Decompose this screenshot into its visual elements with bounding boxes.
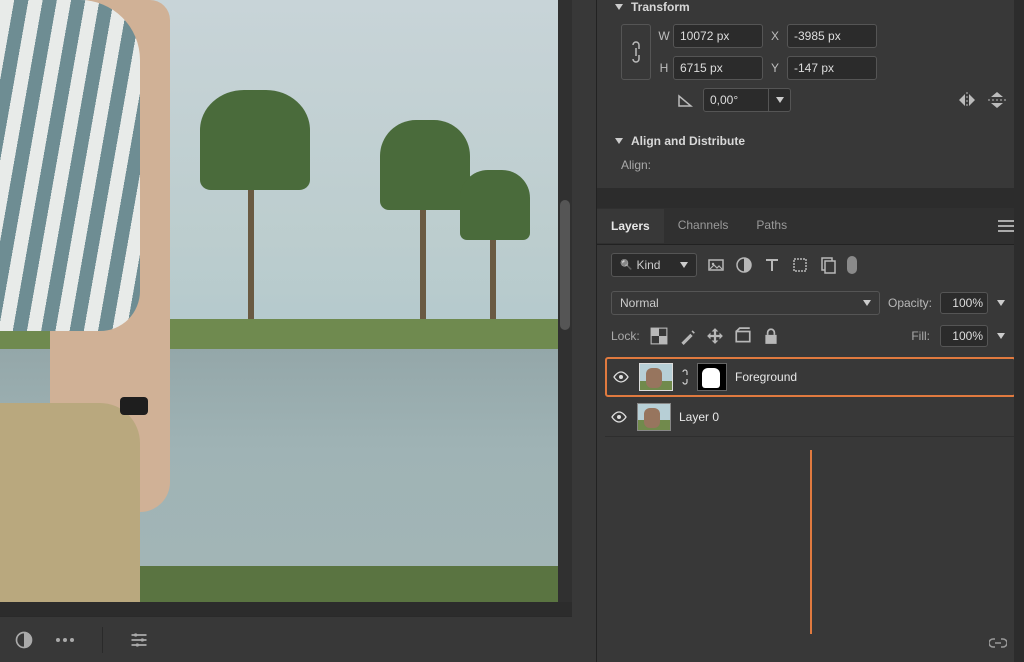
layer-mask-thumbnail[interactable] xyxy=(697,363,727,391)
lock-all-icon[interactable] xyxy=(762,327,780,345)
lock-position-icon[interactable] xyxy=(706,327,724,345)
section-title: Transform xyxy=(631,0,690,14)
opacity-dropdown[interactable] xyxy=(992,292,1010,314)
angle-icon xyxy=(677,92,693,108)
rotation-field[interactable]: 0,00° xyxy=(703,88,769,112)
lock-pixels-icon[interactable] xyxy=(678,327,696,345)
opacity-field[interactable]: 100% xyxy=(940,292,988,314)
section-title: Align and Distribute xyxy=(631,134,745,148)
filter-type-icon[interactable] xyxy=(763,256,781,274)
lock-transparency-icon[interactable] xyxy=(650,327,668,345)
tab-layers[interactable]: Layers xyxy=(597,209,664,243)
height-label: H xyxy=(655,61,673,75)
adjust-contrast-icon[interactable] xyxy=(14,630,34,650)
filter-kind-dropdown[interactable]: Kind xyxy=(611,253,697,277)
canvas-scrollbar[interactable] xyxy=(558,0,572,602)
annotation-arrow xyxy=(810,450,812,634)
chevron-down-icon[interactable] xyxy=(615,4,623,10)
layer-thumbnail[interactable] xyxy=(637,403,671,431)
tab-channels[interactable]: Channels xyxy=(664,208,743,244)
tab-paths[interactable]: Paths xyxy=(742,208,801,244)
height-field[interactable]: 6715 px xyxy=(673,56,763,80)
document-image xyxy=(0,0,558,602)
aspect-lock-button[interactable] xyxy=(621,24,651,80)
align-section: Align and Distribute Align: xyxy=(597,120,1024,188)
layer-row-layer0[interactable]: Layer 0 xyxy=(605,397,1016,437)
filter-shape-icon[interactable] xyxy=(791,256,809,274)
filter-pixel-icon[interactable] xyxy=(707,256,725,274)
mask-link-icon[interactable] xyxy=(681,368,689,386)
visibility-toggle[interactable] xyxy=(611,411,629,423)
y-label: Y xyxy=(763,61,787,75)
x-field[interactable]: -3985 px xyxy=(787,24,877,48)
canvas-scrollbar-thumb[interactable] xyxy=(560,200,570,330)
layer-row-foreground[interactable]: Foreground xyxy=(605,357,1016,397)
filter-toggle[interactable] xyxy=(847,256,857,274)
width-field[interactable]: 10072 px xyxy=(673,24,763,48)
sliders-icon[interactable] xyxy=(129,630,149,650)
lock-label: Lock: xyxy=(611,329,640,343)
layer-thumbnail[interactable] xyxy=(639,363,673,391)
chevron-down-icon[interactable] xyxy=(615,138,623,144)
layer-list: Foreground Layer 0 xyxy=(597,357,1024,437)
flip-vertical-icon[interactable] xyxy=(988,90,1006,110)
rotation-dropdown[interactable] xyxy=(769,88,791,112)
link-layers-icon[interactable] xyxy=(989,634,1007,652)
fill-label: Fill: xyxy=(911,329,930,343)
lock-artboard-icon[interactable] xyxy=(734,327,752,345)
document-canvas[interactable] xyxy=(0,0,572,616)
layer-name[interactable]: Foreground xyxy=(735,370,797,384)
opacity-label: Opacity: xyxy=(888,296,932,310)
visibility-toggle[interactable] xyxy=(613,371,631,383)
layer-name[interactable]: Layer 0 xyxy=(679,410,719,424)
width-label: W xyxy=(655,29,673,43)
flip-horizontal-icon[interactable] xyxy=(956,92,978,108)
transform-section: Transform W 10072 px X -3985 px H 6715 p… xyxy=(597,0,1024,120)
document-options-bar xyxy=(0,616,572,662)
more-options-icon[interactable] xyxy=(56,630,76,650)
filter-smart-icon[interactable] xyxy=(819,256,837,274)
blend-mode-dropdown[interactable]: Normal xyxy=(611,291,880,315)
align-label: Align: xyxy=(621,158,1006,172)
panel-menu-icon[interactable] xyxy=(988,210,1024,242)
fill-field[interactable]: 100% xyxy=(940,325,988,347)
fill-dropdown[interactable] xyxy=(992,325,1010,347)
y-field[interactable]: -147 px xyxy=(787,56,877,80)
layers-filter-bar: Kind xyxy=(597,245,1024,285)
panel-tabs: Layers Channels Paths xyxy=(597,208,1024,245)
x-label: X xyxy=(763,29,787,43)
filter-adjust-icon[interactable] xyxy=(735,256,753,274)
properties-scrollbar-thumb[interactable] xyxy=(1015,30,1023,140)
